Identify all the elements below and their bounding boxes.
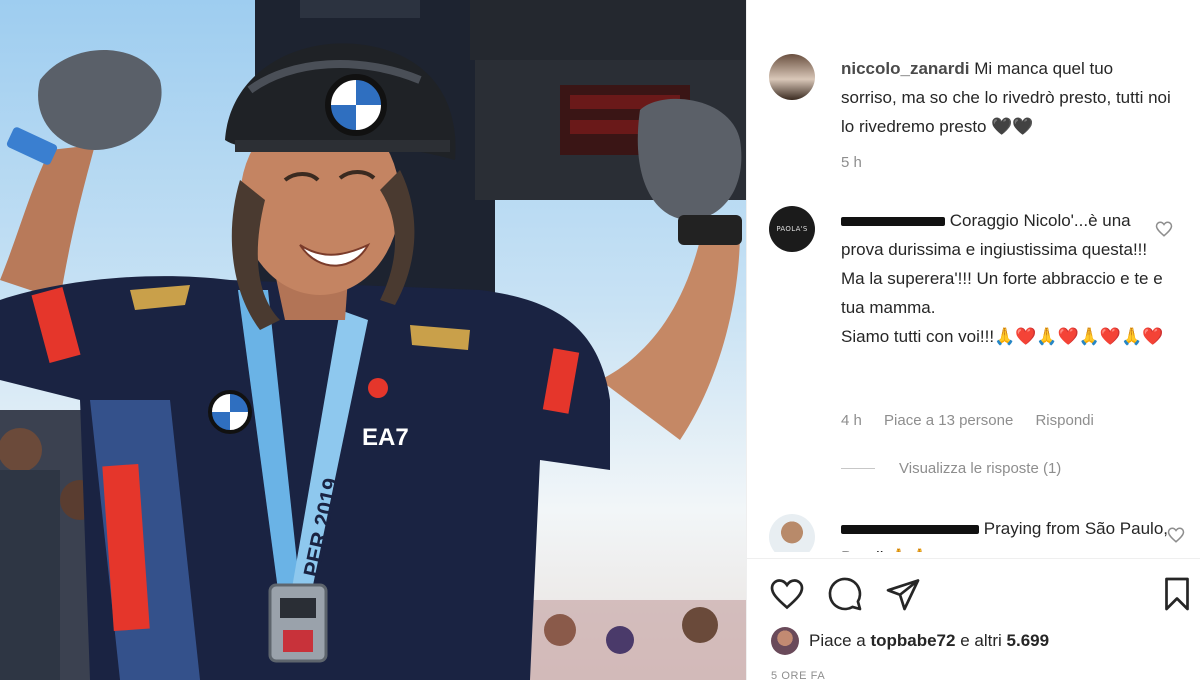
comment-text-block: Coraggio Nicolo'...è una prova durissima… bbox=[841, 206, 1171, 351]
replies-divider-line bbox=[841, 468, 875, 469]
post-photo[interactable]: EA7 PER 2019 bbox=[0, 0, 746, 680]
comment-icon[interactable] bbox=[827, 576, 863, 612]
avatar[interactable] bbox=[769, 514, 815, 552]
comment-item: niccolo_zanardi Mi manca quel tuo sorris… bbox=[769, 52, 1179, 182]
comment-time: 4 h bbox=[841, 412, 862, 429]
view-replies-label: Visualizza le risposte (1) bbox=[899, 460, 1062, 477]
post-action-bar bbox=[769, 576, 1193, 614]
comment-like-heart-icon[interactable] bbox=[1167, 526, 1185, 544]
comment-meta: 5 h bbox=[841, 154, 880, 171]
likes-prefix: Piace a bbox=[809, 631, 866, 650]
liker-avatar[interactable] bbox=[771, 627, 799, 655]
comment-time: 5 h bbox=[841, 154, 862, 171]
comment-text-block: niccolo_zanardi Mi manca quel tuo sorris… bbox=[841, 54, 1171, 141]
comment-text: Praying from São Paulo, Brasil 🙏🙏 bbox=[841, 519, 1168, 552]
comment-like-heart-icon[interactable] bbox=[1155, 220, 1173, 238]
comment-likes-count[interactable]: Piace a 13 persone bbox=[884, 412, 1013, 429]
jersey-brand: EA7 bbox=[362, 424, 409, 451]
comment-text-block: Praying from São Paulo, Brasil 🙏🙏 bbox=[841, 514, 1171, 552]
heart-icon[interactable] bbox=[769, 576, 805, 612]
avatar-label: PAOLA'S bbox=[776, 225, 808, 233]
avatar[interactable]: PAOLA'S bbox=[769, 206, 815, 252]
view-replies-button[interactable]: Visualizza le risposte (1) bbox=[841, 460, 1061, 477]
comments-panel: niccolo_zanardi Mi manca quel tuo sorris… bbox=[746, 0, 1200, 680]
share-icon[interactable] bbox=[885, 576, 921, 612]
comment-text: Coraggio Nicolo'...è una prova durissima… bbox=[841, 211, 1163, 317]
likes-suffix: e altri bbox=[960, 631, 1002, 650]
post-time-ago: 5 ORE FA bbox=[771, 670, 826, 680]
reply-link[interactable]: Rispondi bbox=[1035, 412, 1093, 429]
comment-text-2: Siamo tutti con voi!!!🙏❤️🙏❤️🙏❤️🙏❤️ bbox=[841, 327, 1164, 346]
avatar[interactable] bbox=[769, 54, 815, 100]
comment-meta: 4 h Piace a 13 persone Rispondi bbox=[841, 412, 1112, 429]
masked-username[interactable] bbox=[841, 217, 945, 227]
comment-username[interactable]: niccolo_zanardi bbox=[841, 59, 969, 78]
section-divider bbox=[747, 558, 1200, 559]
comment-item: PAOLA'S Coraggio Nicolo'...è una prova d… bbox=[769, 206, 1179, 446]
like-count[interactable]: 5.699 bbox=[1007, 631, 1050, 651]
bookmark-icon[interactable] bbox=[1159, 576, 1195, 612]
masked-username[interactable] bbox=[841, 525, 979, 535]
comment-item-clipped: Praying from São Paulo, Brasil 🙏🙏 bbox=[747, 500, 1200, 552]
post-likes-summary[interactable]: Piace a topbabe72 e altri 5.699 bbox=[771, 626, 1049, 656]
photo-illustration: EA7 PER 2019 bbox=[0, 0, 746, 680]
liker-username[interactable]: topbabe72 bbox=[870, 631, 955, 651]
